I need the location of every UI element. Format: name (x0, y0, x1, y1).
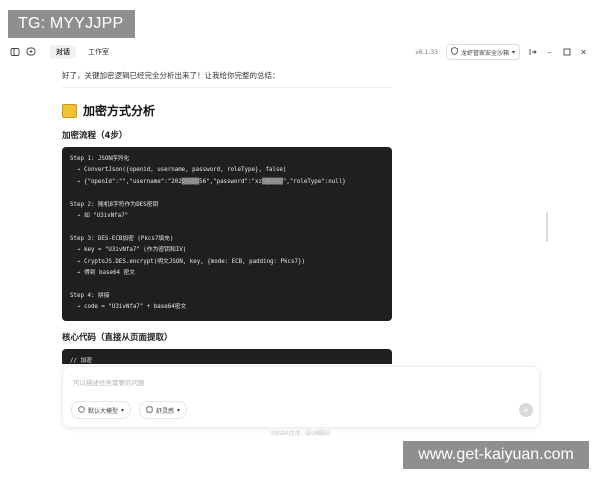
security-sandbox-label: 龙虾管家安全沙箱 (460, 49, 509, 57)
style-selector-label: 舒灵感 (156, 407, 175, 415)
chevron-down-icon: ▾ (121, 406, 125, 414)
message-intro: 好了，关键加密逻辑已经完全分析出来了！让我给你完整的总结： (62, 64, 392, 88)
model-selector-chip[interactable]: 默认大模型 ▾ (71, 401, 132, 419)
section-heading: 加密方式分析 (62, 102, 392, 119)
shield-icon (451, 47, 458, 57)
sparkle-icon (146, 405, 153, 415)
flow-subheading: 加密流程（4步） (62, 131, 128, 141)
send-button[interactable]: A (519, 403, 533, 417)
footer-disclaimer: 内容由AI生成，请仔细甄别 (270, 431, 330, 437)
sidebar-toggle-icon[interactable] (10, 47, 20, 57)
section-heading-text: 加密方式分析 (83, 104, 156, 118)
share-icon[interactable] (528, 48, 537, 57)
core-code-subheading: 核心代码（直接从页面提取） (62, 332, 173, 343)
chevron-down-icon: ▾ (177, 406, 181, 414)
cube-icon (78, 405, 85, 415)
message-composer[interactable]: 可以描述任务需要的问题 默认大模型 ▾ 舒灵感 ▾ A (62, 366, 540, 428)
mode-tabs: 对话 工作室 (50, 45, 115, 59)
tab-studio[interactable]: 工作室 (82, 45, 115, 59)
watermark-label: www.get-kaiyuan.com (403, 441, 589, 469)
folder-icon (62, 103, 77, 118)
composer-placeholder[interactable]: 可以描述任务需要的问题 (73, 377, 145, 387)
close-icon[interactable]: ✕ (579, 48, 588, 57)
chat-message: 好了，关键加密逻辑已经完全分析出来了！让我给你完整的总结： 加密方式分析 加密流… (62, 64, 392, 364)
version-label: v6.1.33 (415, 48, 438, 56)
send-icon: A (523, 406, 529, 414)
tg-overlay-label: TG: MYYJJPP (8, 10, 135, 38)
new-chat-icon[interactable] (26, 47, 36, 57)
maximize-icon[interactable] (562, 48, 571, 57)
model-selector-label: 默认大模型 (88, 407, 119, 415)
tab-chat[interactable]: 对话 (50, 45, 76, 59)
title-bar: 对话 工作室 v6.1.33 龙虾管家安全沙箱 ▾ – ✕ (0, 40, 600, 64)
encryption-flow-code-block: Step 1: JSON序列化 → ConvertJson({openid, u… (62, 147, 392, 321)
chevron-down-icon: ▾ (511, 48, 515, 56)
core-code-block: // 加密 function encryptByDES(str) { (62, 348, 392, 364)
style-selector-chip[interactable]: 舒灵感 ▾ (139, 401, 188, 419)
security-sandbox-badge[interactable]: 龙虾管家安全沙箱 ▾ (445, 44, 520, 60)
scrollbar-thumb[interactable] (546, 212, 548, 242)
minimize-icon[interactable]: – (545, 48, 554, 57)
